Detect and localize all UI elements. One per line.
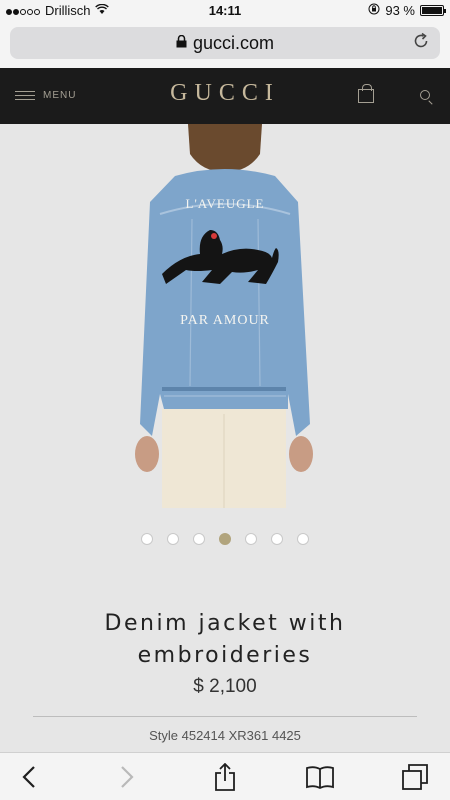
pager-dot[interactable] xyxy=(297,533,309,545)
product-style-number: Style 452414 XR361 4425 xyxy=(149,728,301,743)
orientation-lock-icon xyxy=(368,3,380,18)
pager-dot[interactable] xyxy=(271,533,283,545)
url-text: gucci.com xyxy=(192,32,275,53)
battery-icon xyxy=(420,5,446,16)
product-title: Denim jacket with embroideries xyxy=(0,608,450,672)
product-title-line2: embroideries xyxy=(137,643,313,668)
chevron-left-icon xyxy=(22,766,35,788)
chevron-right-icon xyxy=(121,766,134,788)
pager-dot[interactable] xyxy=(167,533,179,545)
tabs-button[interactable] xyxy=(400,763,430,791)
gucci-logo[interactable]: GUCCI xyxy=(0,80,450,107)
pager-dot[interactable] xyxy=(193,533,205,545)
embroidery-bottom: PAR AMOUR xyxy=(180,313,270,328)
tabs-icon xyxy=(402,764,428,790)
browser-toolbar xyxy=(0,752,450,800)
share-button[interactable] xyxy=(210,763,240,791)
book-icon xyxy=(306,766,334,789)
product-price: $ 2,100 xyxy=(193,676,257,697)
pager-dot[interactable] xyxy=(141,533,153,545)
battery-percent: 93 % xyxy=(385,3,415,18)
browser-address-area: gucci.com xyxy=(0,22,450,68)
model-head xyxy=(188,124,262,172)
search-icon[interactable] xyxy=(420,90,430,100)
lock-icon xyxy=(176,34,187,51)
share-icon xyxy=(215,763,235,791)
reload-icon[interactable] xyxy=(412,32,430,55)
forward-button[interactable] xyxy=(112,763,142,791)
site-header: MENU GUCCI xyxy=(0,68,450,124)
pager-dot[interactable] xyxy=(219,533,231,545)
embroidery-top: L'AVEUGLE xyxy=(186,196,265,211)
product-image[interactable]: L'AVEUGLE PAR AMOUR xyxy=(120,124,330,508)
shopping-bag-icon[interactable] xyxy=(358,84,374,103)
pager-dot[interactable] xyxy=(245,533,257,545)
address-bar[interactable]: gucci.com xyxy=(10,27,440,59)
divider xyxy=(33,716,417,717)
back-button[interactable] xyxy=(14,763,44,791)
bookmarks-button[interactable] xyxy=(305,763,335,791)
image-pager xyxy=(0,533,450,545)
status-bar: Drillisch 14:11 93 % xyxy=(0,0,450,22)
product-title-line1: Denim jacket with xyxy=(104,611,346,636)
